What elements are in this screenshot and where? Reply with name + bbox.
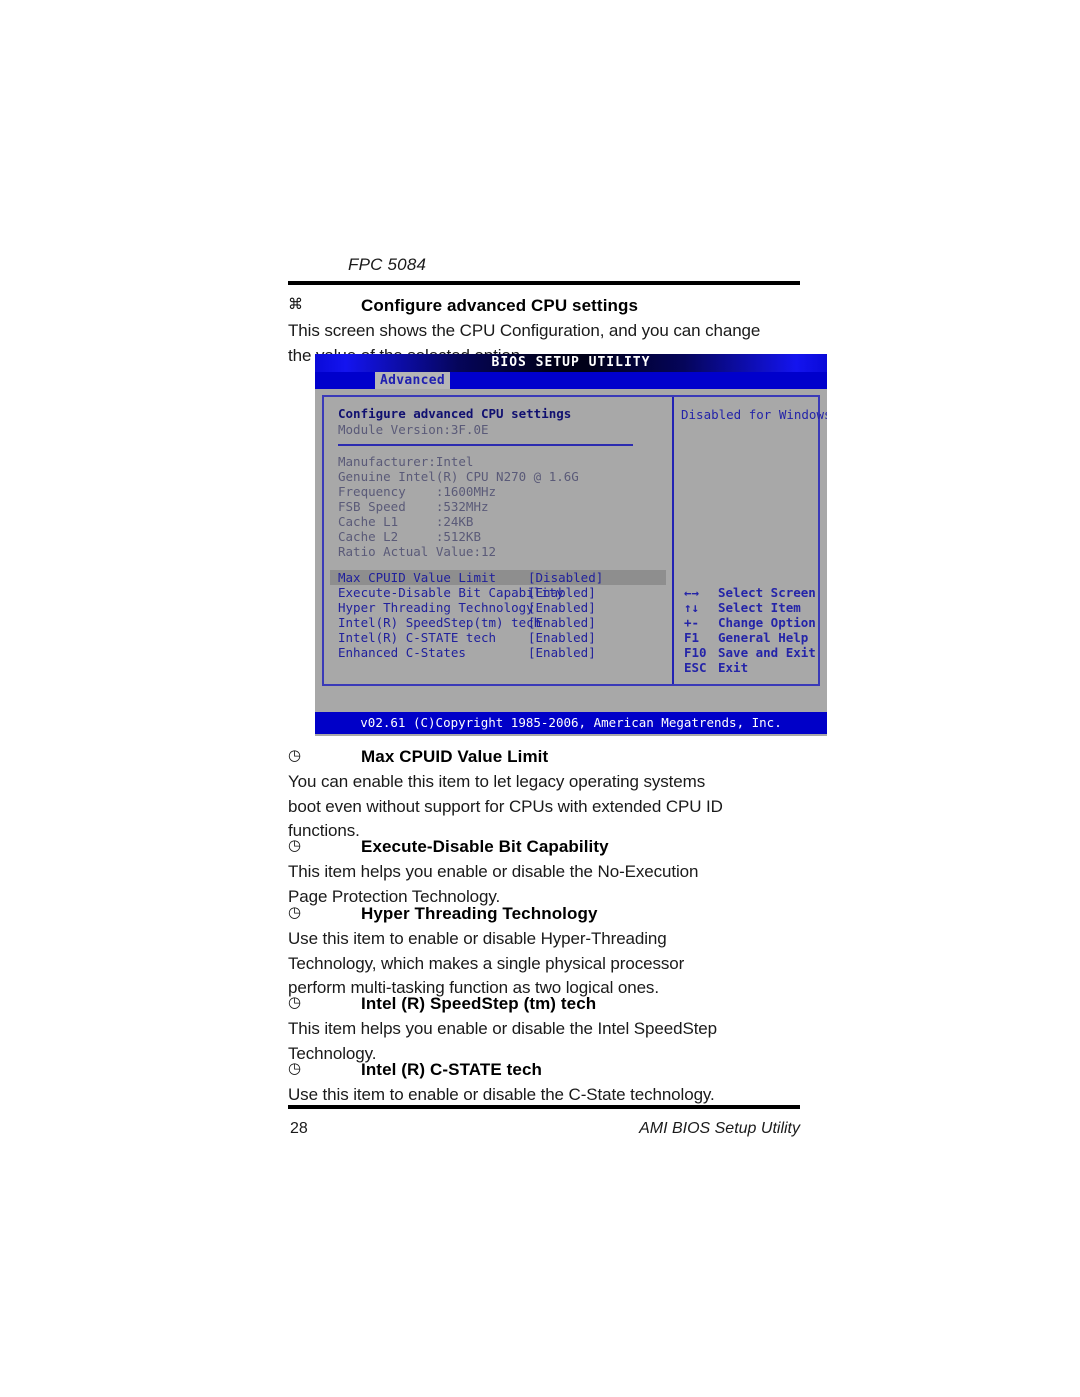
key-hint-save-and-exit: F10 Save and Exit (680, 645, 818, 660)
description-bullet-row: ◷ Max CPUID Value Limit (288, 746, 808, 768)
key-hint-exit: ESC Exit (680, 660, 818, 675)
setting-label: Hyper Threading Technology (338, 600, 534, 615)
key-hint-general-help: F1 General Help (680, 630, 818, 645)
description-heading: Max CPUID Value Limit (361, 747, 549, 766)
setting-value[interactable]: [Enabled] (528, 585, 596, 600)
clock-icon: ◷ (288, 1060, 302, 1077)
description-line: boot even without support for CPUs with … (288, 796, 723, 816)
setting-row-intel-speedstep-tech[interactable]: Intel(R) SpeedStep(tm) tech [Enabled] (330, 615, 666, 630)
key-hint-label: Save and Exit (718, 645, 816, 660)
description-line: Use this item to enable or disable Hyper… (288, 929, 667, 948)
key-hint-label: Select Item (718, 600, 801, 615)
description-paragraph: Use this item to enable or disable the C… (288, 1083, 808, 1108)
description-heading: Intel (R) C-STATE tech (361, 1060, 543, 1079)
description-bullet-row: ◷ Intel (R) SpeedStep (tm) tech (288, 993, 808, 1015)
setting-value[interactable]: [Enabled] (528, 630, 596, 645)
bios-info-line: FSB Speed :532MHz (338, 499, 489, 514)
bios-body-panel: Configure advanced CPU settings Module V… (322, 395, 827, 686)
esc-key-icon: ESC (684, 660, 707, 675)
description-heading: Hyper Threading Technology (361, 904, 598, 923)
setting-row-execute-disable-bit-capability[interactable]: Execute-Disable Bit Capability [Enabled] (330, 585, 666, 600)
description-bullet-row: ◷ Intel (R) C-STATE tech (288, 1059, 808, 1081)
header-divider (288, 281, 800, 285)
bios-info-line: Frequency :1600MHz (338, 484, 497, 499)
bios-copyright-text: v02.61 (C)Copyright 1985-2006, American … (360, 715, 782, 730)
intro-heading: Configure advanced CPU settings (361, 296, 639, 315)
key-hint-label: Change Option (718, 615, 816, 630)
bios-module-version: Module Version:3F.0E (338, 422, 489, 437)
description-paragraph: This item helps you enable or disable th… (288, 860, 808, 909)
setting-value[interactable]: [Enabled] (528, 615, 596, 630)
setting-row-hyper-threading-technology[interactable]: Hyper Threading Technology [Enabled] (330, 600, 666, 615)
intro-line: This screen shows the CPU Configuration,… (288, 321, 761, 340)
description-heading: Execute-Disable Bit Capability (361, 837, 609, 856)
footer-title: AMI BIOS Setup Utility (639, 1120, 800, 1137)
bios-title: BIOS SETUP UTILITY (491, 355, 651, 370)
bios-main-pane: Configure advanced CPU settings Module V… (324, 397, 672, 684)
setting-row-enhanced-c-states[interactable]: Enhanced C-States [Enabled] (330, 645, 666, 660)
clock-icon: ◷ (288, 837, 302, 854)
bios-setup-screenshot: BIOS SETUP UTILITY Advanced Configure ad… (315, 354, 827, 736)
bios-help-text: Disabled for WindowsXP (681, 407, 827, 422)
bios-info-line: Cache L1 :24KB (338, 514, 474, 529)
description-paragraph: You can enable this item to let legacy o… (288, 770, 808, 844)
key-hint-change-option: +- Change Option (680, 615, 818, 630)
setting-value[interactable]: [Enabled] (528, 600, 596, 615)
f10-key-icon: F10 (684, 645, 707, 660)
setting-value[interactable]: [Disabled] (528, 570, 603, 585)
tab-advanced[interactable]: Advanced (375, 372, 451, 389)
bios-info-line: Manufacturer:Intel (338, 454, 474, 469)
left-right-arrow-icon: ←→ (684, 585, 700, 600)
intro-bullet-row: ⌘ Configure advanced CPU settings (288, 295, 808, 317)
bios-info-line: Cache L2 :512KB (338, 529, 481, 544)
key-hint-select-item: ↑↓ Select Item (680, 600, 818, 615)
setting-label: Intel(R) C-STATE tech (338, 630, 497, 645)
description-heading: Intel (R) SpeedStep (tm) tech (361, 994, 597, 1013)
setting-row-max-cpuid-value-limit[interactable]: Max CPUID Value Limit [Disabled] (330, 570, 666, 585)
running-header-title: FPC 5084 (348, 255, 427, 274)
bios-tab-bar: Advanced (315, 372, 827, 389)
description-max-cpuid-value-limit: ◷ Max CPUID Value Limit You can enable t… (288, 746, 808, 844)
key-hint-select-screen: ←→ Select Screen (680, 585, 818, 600)
setting-label: Enhanced C-States (338, 645, 466, 660)
description-execute-disable-bit-capability: ◷ Execute-Disable Bit Capability This it… (288, 836, 808, 909)
clock-icon: ◷ (288, 994, 302, 1011)
bios-title-bar: BIOS SETUP UTILITY (315, 354, 827, 372)
description-paragraph: Use this item to enable or disable Hyper… (288, 927, 808, 1001)
description-bullet-row: ◷ Execute-Disable Bit Capability (288, 836, 808, 858)
description-line: You can enable this item to let legacy o… (288, 772, 706, 791)
setting-label: Intel(R) SpeedStep(tm) tech (338, 615, 542, 630)
description-line: Technology, which makes a single physica… (288, 953, 685, 973)
bios-section-rule (338, 444, 633, 446)
page-number: 28 (290, 1120, 308, 1137)
bios-info-line: Genuine Intel(R) CPU N270 @ 1.6G (338, 469, 579, 484)
clock-icon: ◷ (288, 747, 302, 764)
plus-minus-icon: +- (684, 615, 700, 630)
description-hyper-threading-technology: ◷ Hyper Threading Technology Use this it… (288, 903, 808, 1001)
f1-key-icon: F1 (684, 630, 700, 645)
key-hint-label: General Help (718, 630, 809, 645)
bios-copyright-bar: v02.61 (C)Copyright 1985-2006, American … (315, 712, 827, 734)
footer-divider (288, 1105, 800, 1109)
bios-help-pane: Disabled for WindowsXP ←→ Select Screen … (674, 397, 827, 684)
description-line: This item helps you enable or disable th… (288, 1019, 718, 1038)
description-intel-c-state-tech: ◷ Intel (R) C-STATE tech Use this item t… (288, 1059, 808, 1108)
description-bullet-row: ◷ Hyper Threading Technology (288, 903, 808, 925)
clock-icon: ◷ (288, 904, 302, 921)
description-line: Use this item to enable or disable the C… (288, 1085, 715, 1104)
setting-label: Max CPUID Value Limit (338, 570, 497, 585)
document-page: FPC 5084 ⌘ Configure advanced CPU settin… (0, 0, 1080, 1397)
description-intel-speedstep-tech: ◷ Intel (R) SpeedStep (tm) tech This ite… (288, 993, 808, 1066)
bios-section-title: Configure advanced CPU settings (338, 406, 572, 421)
place-of-interest-icon: ⌘ (288, 296, 303, 313)
key-hint-label: Select Screen (718, 585, 816, 600)
setting-row-intel-c-state-tech[interactable]: Intel(R) C-STATE tech [Enabled] (330, 630, 666, 645)
bios-footer-gap (315, 686, 827, 712)
up-down-arrow-icon: ↑↓ (684, 600, 700, 615)
setting-value[interactable]: [Enabled] (528, 645, 596, 660)
description-line: This item helps you enable or disable th… (288, 862, 699, 881)
key-hint-label: Exit (718, 660, 749, 675)
bios-info-line: Ratio Actual Value:12 (338, 544, 497, 559)
